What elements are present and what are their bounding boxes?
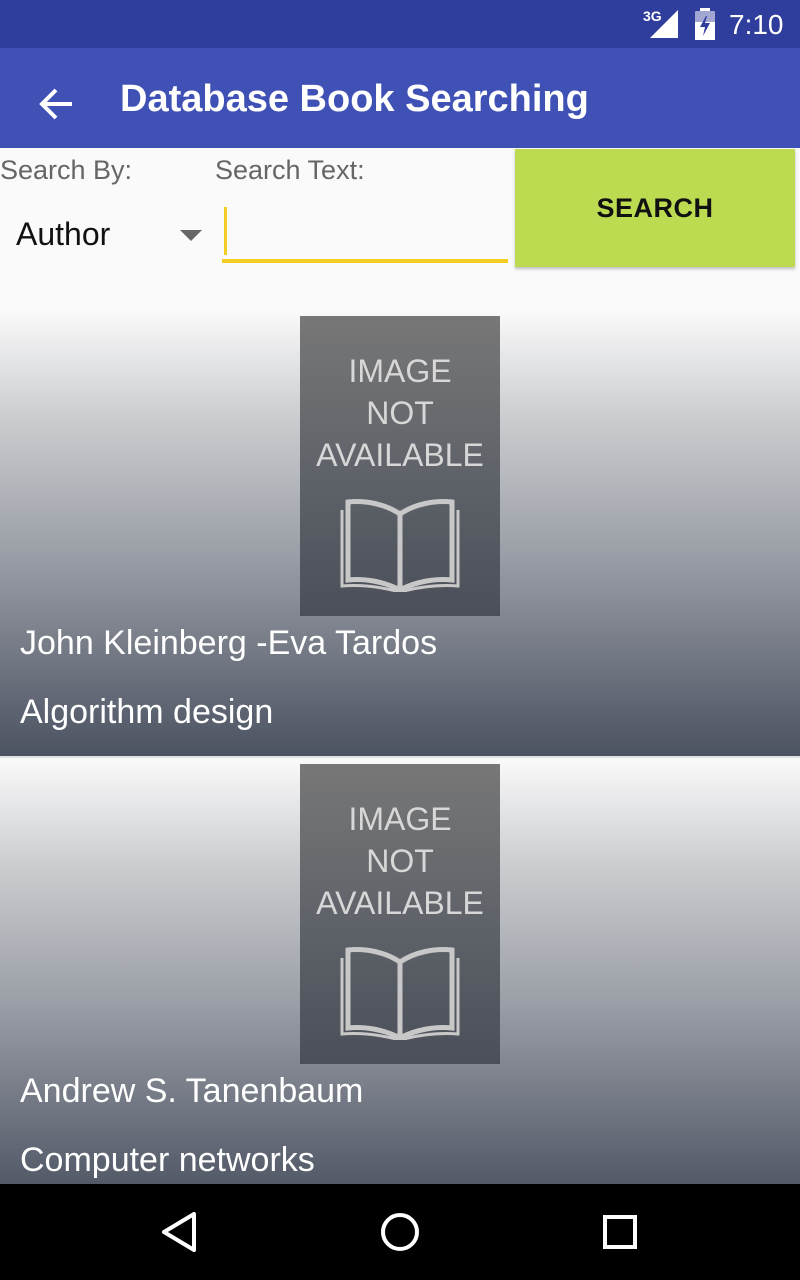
home-circle-icon[interactable]: [376, 1208, 424, 1256]
battery-icon: [695, 8, 715, 40]
list-item[interactable]: IMAGE NOT AVAILABLE Andrew S. Tanenbaum …: [0, 758, 800, 1184]
search-input[interactable]: [222, 205, 508, 263]
image-not-available-text: IMAGE NOT AVAILABLE: [316, 353, 484, 473]
search-field-selected: Author: [16, 216, 111, 252]
search-field-dropdown[interactable]: Author: [0, 200, 210, 270]
book-cover-placeholder: IMAGE NOT AVAILABLE: [300, 316, 500, 616]
text-cursor: [224, 207, 227, 255]
clock-time: 7:10: [729, 9, 784, 40]
book-title: Computer networks: [20, 1141, 315, 1179]
search-button[interactable]: SEARCH: [515, 149, 795, 267]
open-book-icon: [340, 499, 460, 592]
results-list[interactable]: IMAGE NOT AVAILABLE John Kleinberg -Eva …: [0, 310, 800, 1184]
list-item[interactable]: IMAGE NOT AVAILABLE John Kleinberg -Eva …: [0, 310, 800, 756]
system-nav-bar: [0, 1184, 800, 1280]
open-book-icon: [340, 947, 460, 1040]
book-cover-placeholder: IMAGE NOT AVAILABLE: [300, 764, 500, 1064]
search-text-label: Search Text:: [215, 155, 365, 185]
book-author: Andrew S. Tanenbaum: [20, 1072, 364, 1110]
back-triangle-icon[interactable]: [156, 1208, 204, 1256]
image-not-available-text: IMAGE NOT AVAILABLE: [316, 801, 484, 921]
book-title: Algorithm design: [20, 693, 274, 731]
recents-square-icon[interactable]: [596, 1208, 644, 1256]
chevron-down-icon: [180, 230, 202, 241]
app-bar: Database Book Searching: [0, 48, 800, 148]
search-by-label: Search By:: [0, 155, 133, 185]
arrow-left-icon[interactable]: [32, 80, 80, 128]
status-bar: 3G 7:10: [0, 0, 800, 48]
book-author: John Kleinberg -Eva Tardos: [20, 624, 438, 662]
page-title: Database Book Searching: [120, 78, 589, 120]
signal-icon: [650, 10, 678, 38]
